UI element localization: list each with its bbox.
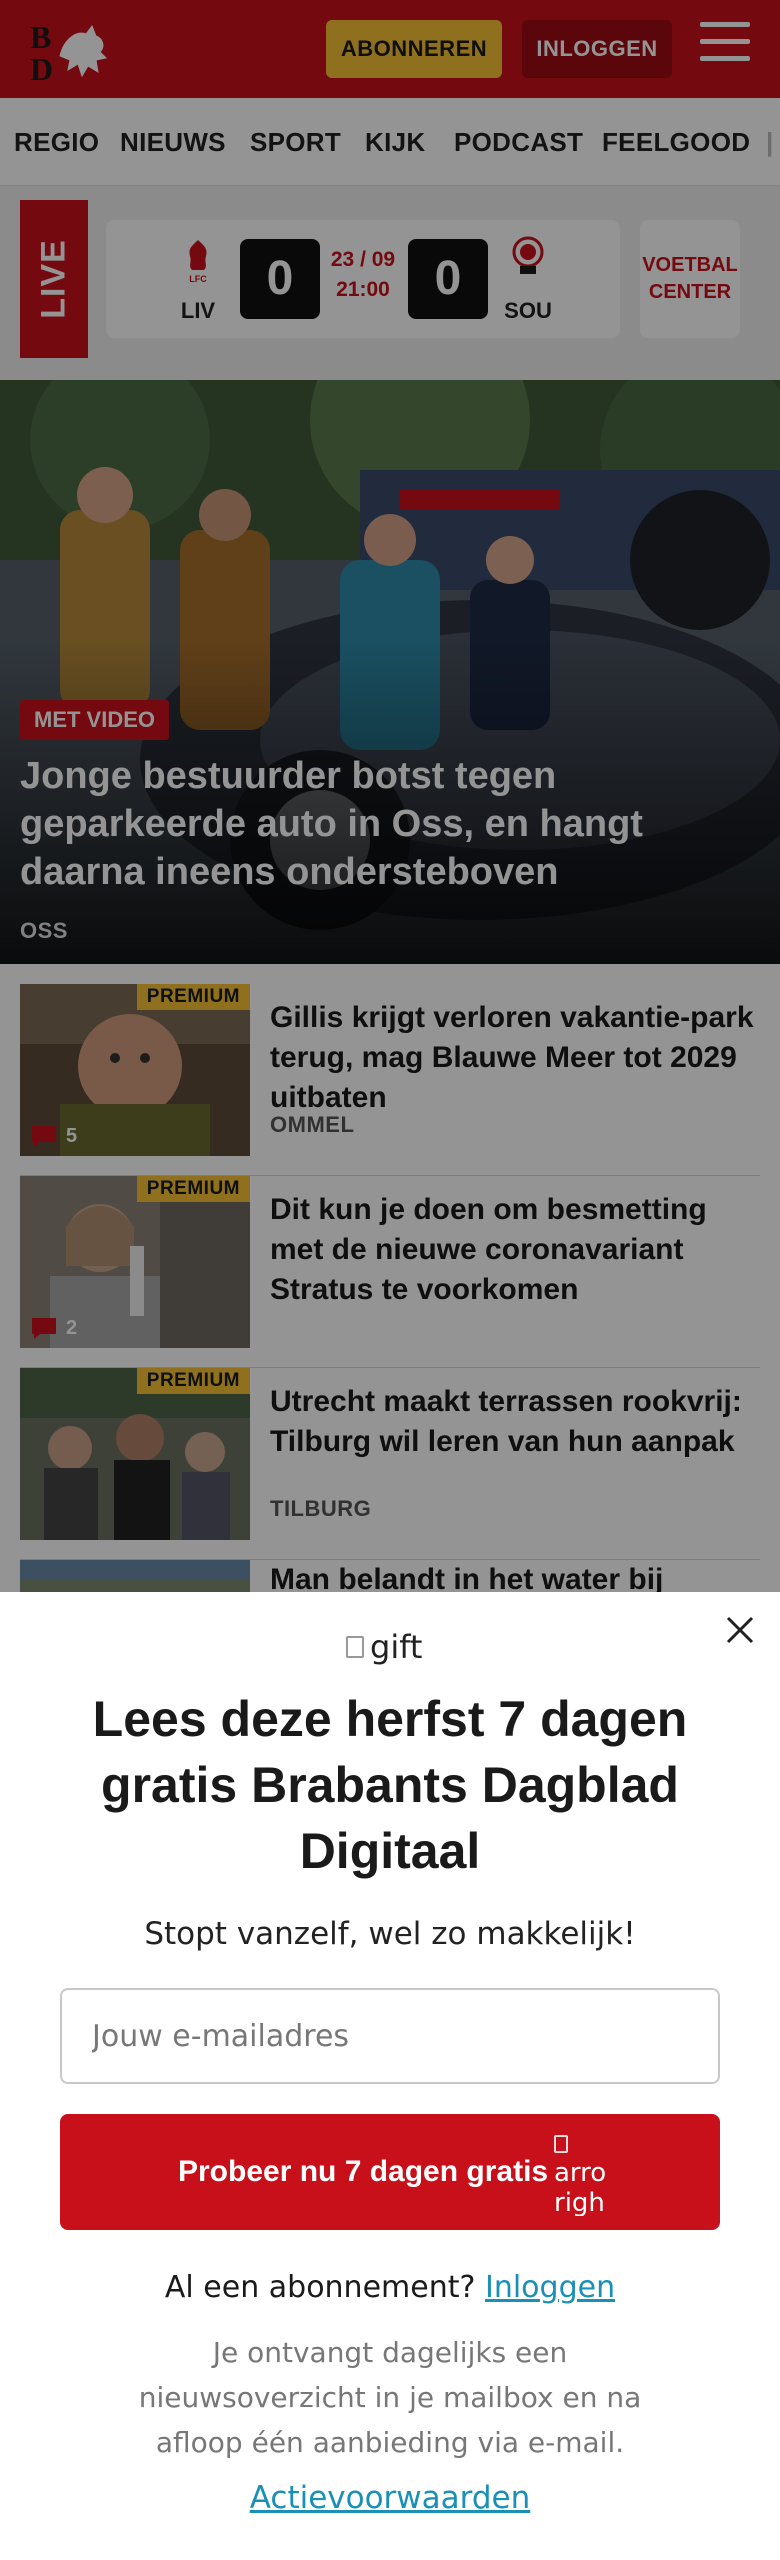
arrow-right-icon: arro righ <box>554 2128 608 2216</box>
close-icon[interactable] <box>722 1612 758 1648</box>
trial-cta-button[interactable]: Probeer nu 7 dagen gratis arro righ <box>60 2114 720 2230</box>
cta-label: Probeer nu 7 dagen gratis <box>178 2155 549 2188</box>
account-line: Al een abonnement? Inloggen <box>0 2270 780 2305</box>
login-link[interactable]: Inloggen <box>485 2270 615 2305</box>
gift-icon: gift <box>346 1628 422 1666</box>
modal-backdrop[interactable] <box>0 0 780 1592</box>
modal-subtitle: Stopt vanzelf, wel zo makkelijk! <box>144 1916 636 1952</box>
email-field[interactable] <box>60 1988 720 2084</box>
modal-title: Lees deze herfst 7 dagen gratis Brabants… <box>92 1691 688 1879</box>
terms-link[interactable]: Actievoorwaarden <box>0 2480 780 2516</box>
account-question: Al een abonnement? <box>164 2270 476 2305</box>
info-text: Je ontvangt dagelijks een nieuwsoverzich… <box>138 2336 642 2459</box>
subscription-modal: gift Lees deze herfst 7 dagen gratis Bra… <box>0 1592 780 2560</box>
